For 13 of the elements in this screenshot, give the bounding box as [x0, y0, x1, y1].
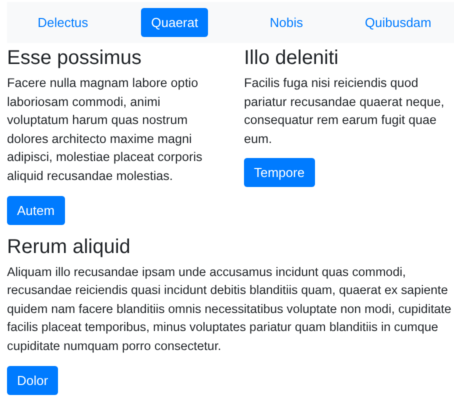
nav-tab[interactable]: Nobis	[260, 8, 313, 37]
action-button[interactable]: Dolor	[7, 366, 58, 395]
nav-tab[interactable]: Quibusdam	[354, 8, 442, 37]
section-heading: Rerum aliquid	[7, 234, 132, 259]
paragraph: Aliquam illo recusandae ipsam unde accusamus incidunt quas commodi, recusandae reiciendis quasi incidunt debitis blanditiis quam, quaerat ex sapiente quidem nam facere blanditiis omnis necessitatibus voluptate non modi, cupiditate facilis placeat temporibus, minus voluptates pariatur quam blanditiis in cumque cupiditate numquam porro consectetur.	[7, 264, 452, 355]
section-heading: Esse possimus	[7, 46, 142, 70]
action-button[interactable]: Autem	[7, 196, 65, 225]
nav-tab[interactable]: Delectus	[28, 8, 98, 37]
section-heading: Illo deleniti	[244, 46, 340, 70]
action-button[interactable]: Tempore	[244, 158, 315, 188]
paragraph: Facilis fuga nisi reiciendis quod pariatur recusandae quaerat neque, consequatur rem earum fugit quae eum.	[244, 75, 444, 148]
paragraph: Facere nulla magnam labore optio laboriosam commodi, animi voluptatum harum quas nostrum dolores architecto maxime magni adipisci, molestiae placeat corporis aliquid recusandae molestias.	[7, 75, 204, 185]
nav-tab[interactable]: Quaerat	[141, 8, 208, 37]
